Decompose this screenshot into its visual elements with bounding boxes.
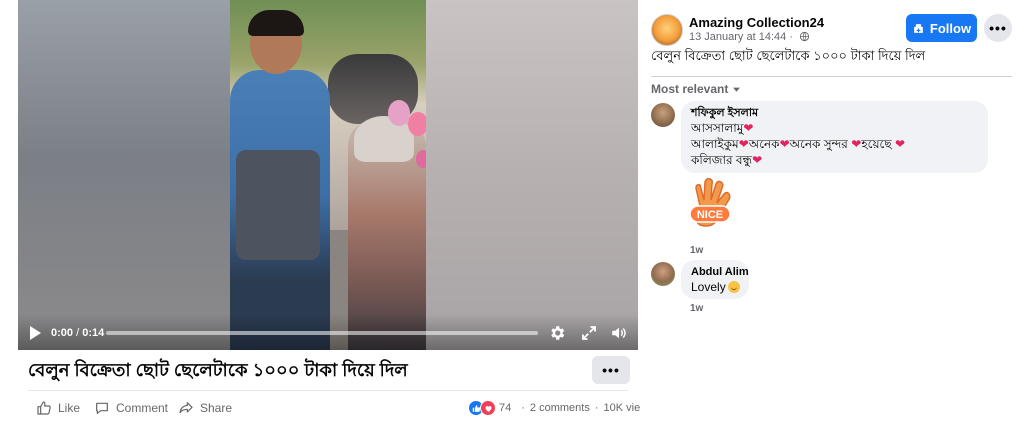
video-controls: 0:00 / 0:14 [18, 314, 638, 350]
sticker-text: NICE [697, 209, 723, 221]
time-total: 0:14 [82, 327, 105, 339]
post-stats: 74 · 2 comments · 10K views [468, 398, 654, 418]
divider [28, 390, 628, 391]
play-icon[interactable] [30, 326, 42, 340]
comment-label: Comment [116, 401, 169, 415]
follow-button[interactable]: Follow [906, 14, 977, 42]
gear-icon[interactable] [548, 324, 566, 342]
comment-author[interactable]: শফিকুল ইসলাম [691, 106, 978, 120]
comment-text: Lovely [691, 280, 726, 294]
video-more-button[interactable]: ••• [592, 356, 630, 384]
comment-text: কলিজার বন্ধু [691, 153, 753, 167]
like-label: Like [58, 401, 81, 415]
time-current: 0:00 [51, 327, 74, 339]
scene-balloon [408, 112, 426, 136]
comment-text: অনেক [748, 137, 780, 151]
stats-separator: · [594, 402, 599, 414]
like-icon [37, 401, 51, 415]
heart-emoji: ❤ [851, 137, 862, 151]
comment-author[interactable]: Abdul Alim [691, 265, 749, 279]
post-meta: 13 January at 14:44 · [689, 31, 810, 43]
video-time: 0:00 / 0:14 [51, 327, 104, 339]
post-text: বেলুন বিক্রেতা ছোট ছেলেটাকে ১০০০ টাকা দি… [651, 48, 926, 63]
stats-separator: · [521, 402, 525, 414]
video-player[interactable]: 0:00 / 0:14 [18, 0, 638, 350]
scene-balloon [416, 150, 426, 168]
comments-count[interactable]: 2 comments [530, 402, 590, 414]
time-separator: / [76, 327, 80, 339]
smile-emoji [727, 281, 740, 293]
video-title: বেলুন বিক্রেতা ছোট ছেলেটাকে ১০০০ টাকা দি… [28, 360, 408, 380]
comment-sort-dropdown[interactable]: Most relevant [651, 82, 741, 96]
avatar[interactable] [651, 103, 675, 127]
video-blur-left [18, 0, 230, 350]
comment-bubble: শফিকুল ইসলাম আসসালামু❤ আলাইকুম❤অনেক❤অনেক… [681, 101, 988, 173]
comment-button[interactable]: Comment [94, 398, 168, 418]
love-reaction-icon [480, 400, 496, 416]
post-timestamp[interactable]: 13 January at 14:44 [689, 31, 786, 43]
comment-line: কলিজার বন্ধু❤ [691, 152, 978, 168]
follow-icon [914, 23, 923, 33]
divider [651, 76, 1012, 77]
comment-icon [96, 402, 108, 414]
share-label: Share [200, 401, 233, 415]
scene-man-hair [248, 10, 304, 36]
like-button[interactable]: Like [36, 398, 80, 418]
sort-label: Most relevant [651, 82, 729, 96]
share-button[interactable]: Share [178, 398, 232, 418]
meta-separator: · [789, 31, 793, 43]
more-icon: ••• [989, 20, 1007, 36]
scene-man [230, 70, 330, 350]
comment-text: হয়েছে [861, 137, 892, 151]
post-more-button[interactable]: ••• [984, 14, 1012, 42]
avatar[interactable] [651, 262, 675, 286]
nice-sticker[interactable]: NICE [686, 176, 734, 236]
comment-line: আলাইকুম❤অনেক❤অনেক সুন্দর ❤হয়েছে ❤ [691, 136, 978, 152]
volume-icon[interactable] [610, 324, 628, 342]
video-frame [230, 0, 426, 350]
chevron-down-icon [733, 87, 741, 92]
comment-bubble: Abdul Alim Lovely [681, 260, 749, 299]
post-panel: Amazing Collection24 13 January at 14:44… [640, 0, 1024, 426]
follow-label: Follow [929, 20, 972, 36]
scene-balloon [388, 100, 410, 126]
scene-vest [236, 150, 320, 260]
comment-time[interactable]: 1w [690, 245, 703, 256]
globe-icon [799, 31, 810, 42]
video-blur-right [426, 0, 638, 350]
video-progress-bar[interactable] [106, 331, 538, 335]
reactions-count[interactable]: 74 [499, 402, 511, 414]
heart-emoji: ❤ [894, 137, 906, 151]
page-name[interactable]: Amazing Collection24 [689, 15, 824, 30]
page-avatar[interactable] [651, 14, 683, 46]
heart-emoji: ❤ [738, 137, 749, 151]
comment-line: আসসালামু❤ [691, 120, 978, 136]
heart-emoji: ❤ [752, 153, 763, 167]
comment-time[interactable]: 1w [690, 303, 703, 314]
comment-line: Lovely [691, 279, 740, 295]
comment-text: আসসালামু [691, 121, 744, 135]
heart-emoji: ❤ [779, 137, 790, 151]
more-icon: ••• [602, 362, 620, 378]
heart-emoji: ❤ [743, 121, 754, 135]
comment-text: আলাইকুম [691, 137, 739, 151]
comment-text: অনেক সুন্দর [789, 137, 848, 151]
expand-icon[interactable] [580, 324, 598, 342]
post-viewer: 0:00 / 0:14 বেলুন বিক্রেতা ছোট ছেলেটাকে … [0, 0, 1024, 426]
share-icon [179, 402, 193, 414]
